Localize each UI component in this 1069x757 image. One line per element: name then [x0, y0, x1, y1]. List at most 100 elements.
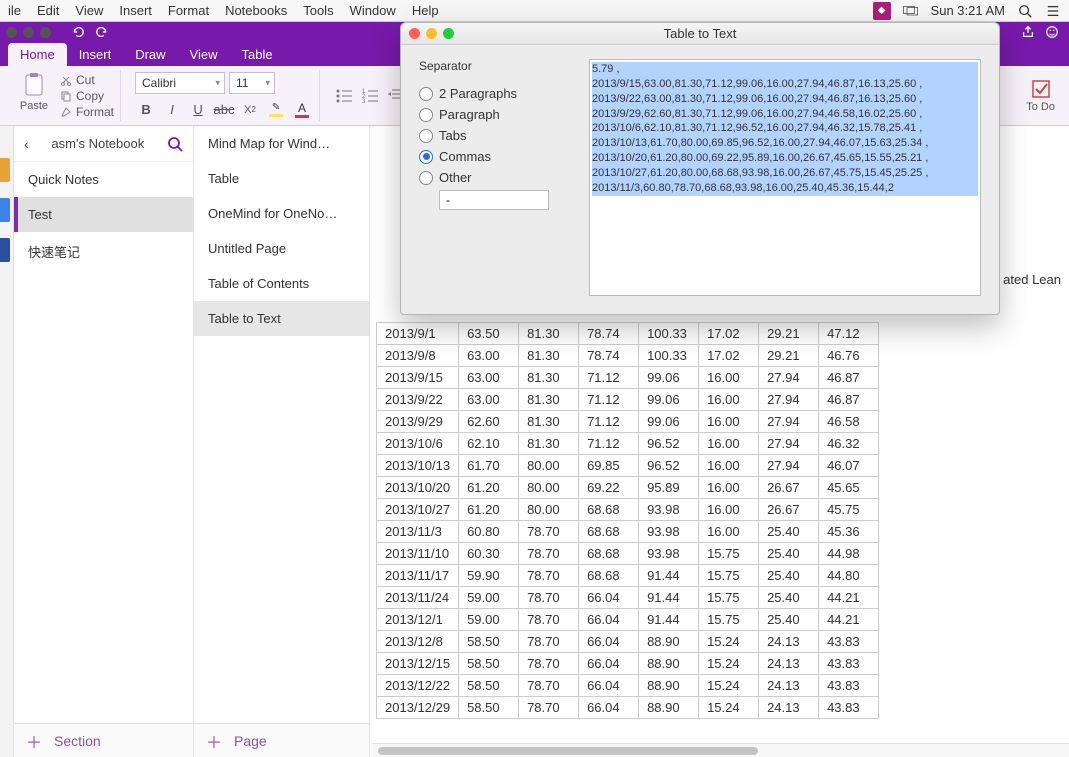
- add-page-footer[interactable]: ＋ Page: [194, 723, 369, 757]
- redo-icon[interactable]: [95, 25, 109, 39]
- table-cell[interactable]: 58.50: [459, 697, 519, 719]
- table-cell[interactable]: 63.00: [459, 345, 519, 367]
- table-cell[interactable]: 78.70: [519, 565, 579, 587]
- table-cell[interactable]: 24.13: [759, 675, 819, 697]
- table-cell[interactable]: 81.30: [519, 411, 579, 433]
- table-cell[interactable]: 26.67: [759, 477, 819, 499]
- menu-tools[interactable]: Tools: [303, 3, 333, 18]
- menu-insert[interactable]: Insert: [119, 3, 152, 18]
- table-cell[interactable]: 45.36: [819, 521, 879, 543]
- share-icon[interactable]: [1021, 25, 1035, 39]
- menu-help[interactable]: Help: [412, 3, 439, 18]
- table-cell[interactable]: 91.44: [639, 609, 699, 631]
- section-color-1[interactable]: [0, 158, 10, 182]
- table-cell[interactable]: 2013/9/15: [377, 367, 459, 389]
- window-traffic-lights[interactable]: [6, 27, 51, 38]
- tab-home[interactable]: Home: [8, 43, 67, 66]
- table-cell[interactable]: 2013/10/13: [377, 455, 459, 477]
- table-cell[interactable]: 25.40: [759, 587, 819, 609]
- table-cell[interactable]: 43.83: [819, 653, 879, 675]
- page-item[interactable]: OneMind for OneNo…: [194, 196, 369, 231]
- table-cell[interactable]: 91.44: [639, 565, 699, 587]
- table-cell[interactable]: 59.00: [459, 587, 519, 609]
- table-cell[interactable]: 58.50: [459, 653, 519, 675]
- table-cell[interactable]: 88.90: [639, 653, 699, 675]
- table-cell[interactable]: 45.65: [819, 477, 879, 499]
- menu-file[interactable]: ile: [8, 3, 21, 18]
- tab-view[interactable]: View: [178, 43, 230, 66]
- dialog-traffic-lights[interactable]: [409, 28, 454, 39]
- table-cell[interactable]: 96.52: [639, 433, 699, 455]
- table-cell[interactable]: 60.80: [459, 521, 519, 543]
- menubar-clock[interactable]: Sun 3:21 AM: [931, 3, 1005, 18]
- table-cell[interactable]: 2013/11/3: [377, 521, 459, 543]
- section-color-3[interactable]: [0, 238, 10, 262]
- table-cell[interactable]: 81.30: [519, 433, 579, 455]
- bullets-icon[interactable]: [334, 86, 356, 106]
- table-cell[interactable]: 46.58: [819, 411, 879, 433]
- other-separator-input[interactable]: [439, 190, 549, 210]
- table-cell[interactable]: 78.70: [519, 697, 579, 719]
- gem-icon[interactable]: ◆: [873, 2, 891, 20]
- preview-box[interactable]: 5.79 ,2013/9/15,63.00,81.30,71.12,99.06,…: [589, 59, 981, 296]
- table-cell[interactable]: 2013/9/8: [377, 345, 459, 367]
- table-cell[interactable]: 81.30: [519, 389, 579, 411]
- table-cell[interactable]: 44.98: [819, 543, 879, 565]
- table-cell[interactable]: 44.21: [819, 587, 879, 609]
- table-cell[interactable]: 61.70: [459, 455, 519, 477]
- zoom-icon[interactable]: [443, 28, 454, 39]
- data-table[interactable]: 2013/9/163.5081.3078.74100.3317.0229.214…: [376, 322, 879, 719]
- table-cell[interactable]: 15.75: [699, 543, 759, 565]
- table-cell[interactable]: 46.87: [819, 389, 879, 411]
- subscript-button[interactable]: X2: [239, 100, 261, 120]
- table-cell[interactable]: 26.67: [759, 499, 819, 521]
- table-row[interactable]: 2013/9/163.5081.3078.74100.3317.0229.214…: [377, 323, 879, 345]
- table-cell[interactable]: 60.30: [459, 543, 519, 565]
- tab-draw[interactable]: Draw: [123, 43, 177, 66]
- table-cell[interactable]: 68.68: [579, 565, 639, 587]
- table-cell[interactable]: 93.98: [639, 543, 699, 565]
- table-cell[interactable]: 93.98: [639, 499, 699, 521]
- table-row[interactable]: 2013/12/2958.5078.7066.0488.9015.2424.13…: [377, 697, 879, 719]
- table-cell[interactable]: 78.74: [579, 323, 639, 345]
- table-cell[interactable]: 15.24: [699, 697, 759, 719]
- minimize-icon[interactable]: [426, 28, 437, 39]
- table-cell[interactable]: 2013/12/15: [377, 653, 459, 675]
- table-cell[interactable]: 16.00: [699, 367, 759, 389]
- tab-table[interactable]: Table: [230, 43, 285, 66]
- menu-window[interactable]: Window: [350, 3, 396, 18]
- table-cell[interactable]: 46.87: [819, 367, 879, 389]
- table-cell[interactable]: 78.70: [519, 653, 579, 675]
- table-cell[interactable]: 71.12: [579, 367, 639, 389]
- font-color-button[interactable]: A: [291, 100, 313, 120]
- table-cell[interactable]: 78.70: [519, 521, 579, 543]
- table-cell[interactable]: 15.24: [699, 653, 759, 675]
- highlight-button[interactable]: ✎: [265, 100, 287, 120]
- table-cell[interactable]: 93.98: [639, 521, 699, 543]
- table-row[interactable]: 2013/11/2459.0078.7066.0491.4415.7525.40…: [377, 587, 879, 609]
- table-cell[interactable]: 2013/12/29: [377, 697, 459, 719]
- table-row[interactable]: 2013/12/858.5078.7066.0488.9015.2424.134…: [377, 631, 879, 653]
- table-row[interactable]: 2013/10/1361.7080.0069.8596.5216.0027.94…: [377, 455, 879, 477]
- table-cell[interactable]: 99.06: [639, 389, 699, 411]
- table-cell[interactable]: 66.04: [579, 609, 639, 631]
- table-cell[interactable]: 78.70: [519, 631, 579, 653]
- section-color-2[interactable]: [0, 198, 10, 222]
- separator-option[interactable]: 2 Paragraphs: [419, 83, 579, 104]
- table-cell[interactable]: 66.04: [579, 697, 639, 719]
- strike-button[interactable]: abc: [213, 100, 235, 120]
- table-cell[interactable]: 68.68: [579, 521, 639, 543]
- menu-view[interactable]: View: [75, 3, 103, 18]
- table-cell[interactable]: 2013/10/20: [377, 477, 459, 499]
- table-cell[interactable]: 81.30: [519, 345, 579, 367]
- todo-group[interactable]: To Do: [1026, 79, 1061, 113]
- table-cell[interactable]: 2013/10/27: [377, 499, 459, 521]
- table-cell[interactable]: 88.90: [639, 631, 699, 653]
- table-row[interactable]: 2013/12/1558.5078.7066.0488.9015.2424.13…: [377, 653, 879, 675]
- table-cell[interactable]: 27.94: [759, 367, 819, 389]
- smile-icon[interactable]: [1045, 25, 1059, 39]
- font-size-select[interactable]: 11▾: [229, 72, 275, 94]
- table-cell[interactable]: 100.33: [639, 323, 699, 345]
- table-cell[interactable]: 25.40: [759, 565, 819, 587]
- table-row[interactable]: 2013/11/360.8078.7068.6893.9816.0025.404…: [377, 521, 879, 543]
